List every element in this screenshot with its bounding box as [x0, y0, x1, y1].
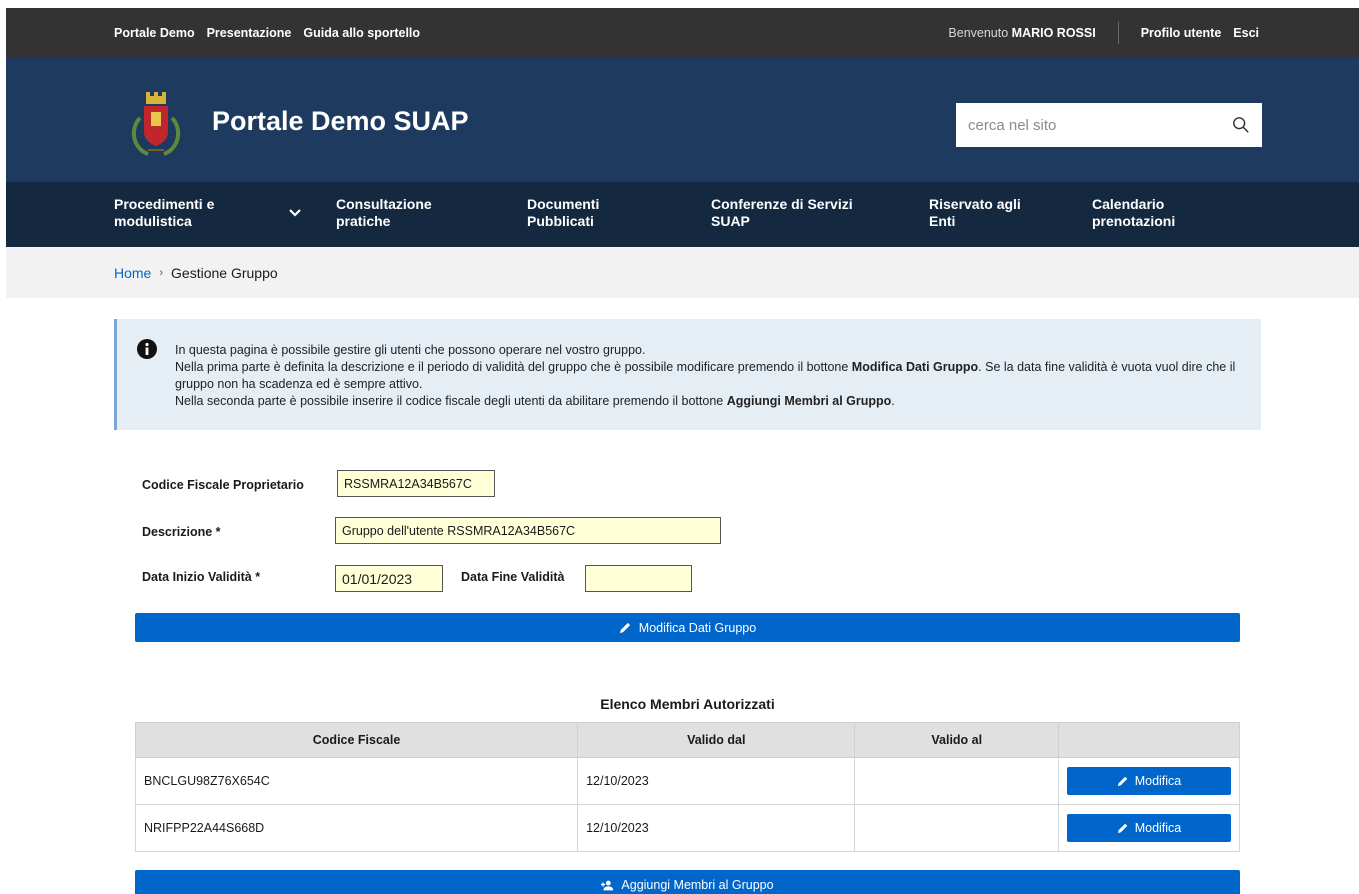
- top-links: Portale Demo Presentazione Guida allo sp…: [114, 8, 420, 58]
- divider: [1117, 22, 1119, 44]
- col-valido-al: Valido al: [854, 722, 1059, 758]
- members-table: Codice Fiscale Valido dal Valido al BNCL…: [134, 722, 1241, 852]
- pencil-icon: [619, 622, 630, 634]
- cell-from: 12/10/2023: [577, 804, 856, 852]
- nav-item-documenti[interactable]: Documenti Pubblicati: [527, 196, 687, 230]
- pencil-icon: [1117, 823, 1127, 834]
- info-line-3: Nella seconda parte è possibile inserire…: [175, 394, 895, 408]
- cell-action: Modifica: [1057, 757, 1241, 805]
- info-line-2: Nella prima parte è definita la descrizi…: [175, 360, 1236, 391]
- main-nav: Procedimenti e modulistica Consultazione…: [6, 182, 1359, 247]
- top-link-portale-demo[interactable]: Portale Demo: [114, 26, 195, 40]
- nav-item-procedimenti[interactable]: Procedimenti e modulistica: [114, 196, 274, 230]
- user-name: MARIO ROSSI: [1011, 26, 1096, 40]
- logout-link[interactable]: Esci: [1233, 26, 1259, 40]
- add-members-button[interactable]: Aggiungi Membri al Gruppo: [135, 870, 1240, 894]
- cell-action: Modifica: [1057, 804, 1241, 852]
- col-valido-dal: Valido dal: [577, 722, 856, 758]
- search-icon[interactable]: [1232, 116, 1250, 134]
- start-date-field[interactable]: 01/01/2023: [335, 565, 443, 592]
- members-title: Elenco Membri Autorizzati: [600, 696, 775, 712]
- municipal-crest-icon[interactable]: [128, 88, 184, 160]
- info-line-1: In questa pagina è possibile gestire gli…: [175, 343, 646, 357]
- end-date-field[interactable]: [585, 565, 692, 592]
- breadcrumb-current: Gestione Gruppo: [171, 264, 278, 281]
- add-user-icon: [601, 880, 614, 890]
- search-input[interactable]: cerca nel sito: [956, 103, 1262, 147]
- user-area: Benvenuto MARIO ROSSI Profilo utente Esc…: [948, 8, 1259, 58]
- site-header: Portale Demo SUAP cerca nel sito: [6, 58, 1359, 182]
- table-header-row: Codice Fiscale Valido dal Valido al: [134, 722, 1241, 758]
- cell-to: [854, 757, 1059, 805]
- top-utility-bar: Portale Demo Presentazione Guida allo sp…: [6, 8, 1359, 58]
- chevron-down-icon[interactable]: [288, 208, 302, 218]
- cell-cf: BNCLGU98Z76X654C: [134, 757, 579, 805]
- search-placeholder: cerca nel sito: [968, 116, 1057, 134]
- end-date-label: Data Fine Validità: [461, 570, 565, 584]
- table-row: BNCLGU98Z76X654C 12/10/2023 Modifica: [134, 757, 1241, 805]
- table-row: NRIFPP22A44S668D 12/10/2023 Modifica: [134, 804, 1241, 852]
- top-link-guida[interactable]: Guida allo sportello: [303, 26, 420, 40]
- owner-cf-label: Codice Fiscale Proprietario: [142, 478, 304, 492]
- nav-item-conferenze[interactable]: Conferenze di Servizi SUAP: [711, 196, 891, 230]
- info-icon: [137, 339, 157, 359]
- edit-group-button[interactable]: Modifica Dati Gruppo: [135, 613, 1240, 642]
- cell-cf: NRIFPP22A44S668D: [134, 804, 579, 852]
- add-members-button-label: Aggiungi Membri al Gruppo: [621, 878, 774, 892]
- start-date-label: Data Inizio Validità *: [142, 570, 261, 584]
- cell-to: [854, 804, 1059, 852]
- edit-group-button-label: Modifica Dati Gruppo: [638, 620, 757, 635]
- welcome-text: Benvenuto MARIO ROSSI: [948, 26, 1096, 40]
- nav-item-consultazione[interactable]: Consultazione pratiche: [336, 196, 496, 230]
- breadcrumb-home[interactable]: Home: [114, 265, 151, 281]
- edit-member-button-label: Modifica: [1134, 774, 1182, 788]
- edit-member-button[interactable]: Modifica: [1066, 814, 1231, 842]
- col-actions: [1057, 722, 1241, 758]
- info-text: In questa pagina è possibile gestire gli…: [175, 342, 1247, 410]
- info-callout: In questa pagina è possibile gestire gli…: [114, 319, 1261, 430]
- breadcrumb-separator: ›: [159, 266, 164, 279]
- edit-member-button[interactable]: Modifica: [1066, 767, 1231, 795]
- col-codice-fiscale: Codice Fiscale: [134, 722, 579, 758]
- nav-item-riservato[interactable]: Riservato agli Enti: [929, 196, 1089, 230]
- top-link-presentazione[interactable]: Presentazione: [207, 26, 292, 40]
- breadcrumb: Home › Gestione Gruppo: [6, 247, 1359, 298]
- edit-member-button-label: Modifica: [1134, 821, 1182, 835]
- nav-item-calendario[interactable]: Calendario prenotazioni: [1092, 196, 1252, 230]
- description-field[interactable]: Gruppo dell'utente RSSMRA12A34B567C: [335, 517, 721, 544]
- site-title[interactable]: Portale Demo SUAP: [212, 106, 469, 137]
- description-label: Descrizione *: [142, 525, 221, 539]
- pencil-icon: [1117, 776, 1127, 787]
- cell-from: 12/10/2023: [577, 757, 856, 805]
- profile-link[interactable]: Profilo utente: [1141, 26, 1222, 40]
- owner-cf-field[interactable]: RSSMRA12A34B567C: [337, 470, 495, 497]
